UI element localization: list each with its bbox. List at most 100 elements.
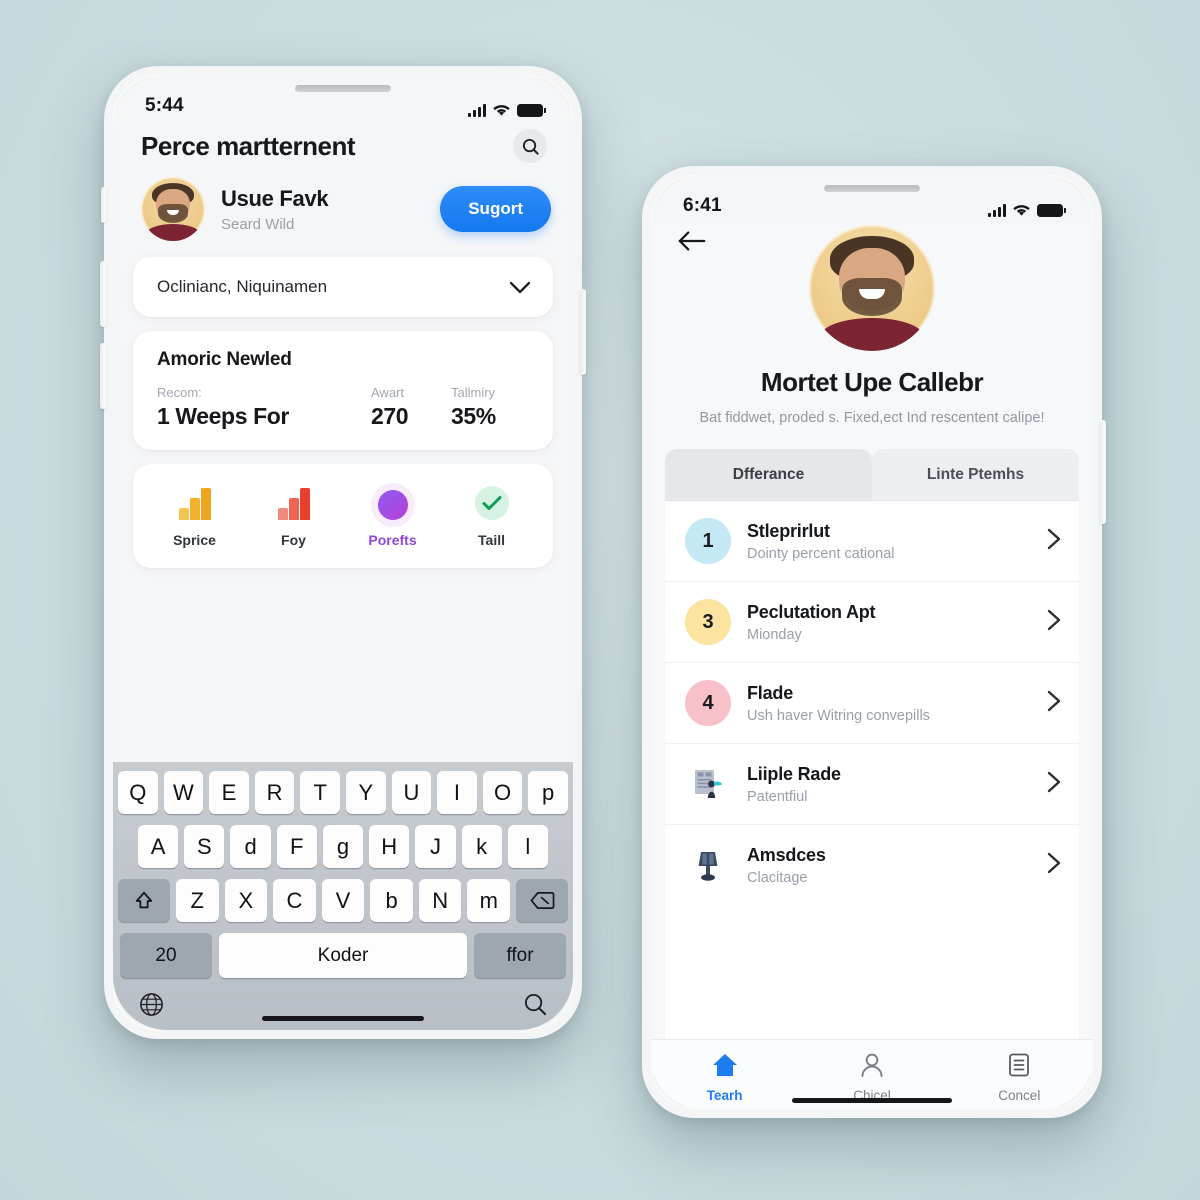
document-person-icon xyxy=(685,761,731,807)
chevron-right-icon xyxy=(1047,690,1061,717)
wifi-icon xyxy=(1013,205,1030,216)
profile-description: Bat fiddwet, proded s. Fixed,ect Ind res… xyxy=(699,410,1045,426)
stat-value: 35% xyxy=(451,403,496,429)
battery-full-icon xyxy=(1037,204,1066,217)
quick-action-porefts[interactable]: Porefts xyxy=(343,484,442,548)
tab-concel[interactable]: Concel xyxy=(946,1052,1093,1103)
profile-header: Mortet Upe Callebr Bat fiddwet, proded s… xyxy=(651,223,1093,443)
stat-label: Tallmiry xyxy=(451,385,496,400)
cellular-bars-icon xyxy=(468,104,486,117)
key-z[interactable]: Z xyxy=(175,879,219,922)
tab-dfferance[interactable]: Dfferance xyxy=(665,449,872,502)
check-circle-icon xyxy=(473,484,511,520)
list-item[interactable]: 4 Flade Ush haver Witring convepills xyxy=(665,663,1079,745)
volume-down-button[interactable] xyxy=(100,343,106,409)
mute-switch[interactable] xyxy=(101,187,106,223)
list-item-title: Peclutation Apt xyxy=(747,601,876,622)
stat-value: 1 Weeps For xyxy=(157,403,289,429)
key-p[interactable]: p xyxy=(528,771,568,814)
key-j[interactable]: J xyxy=(415,825,456,868)
quick-action-foy[interactable]: Foy xyxy=(244,484,343,548)
stat-secondary-2: Tallmiry 35% xyxy=(451,385,531,430)
quick-action-label: Porefts xyxy=(368,532,417,548)
chevron-right-icon xyxy=(1047,852,1061,879)
location-dropdown[interactable]: Oclinianc, Niquinamen xyxy=(133,257,553,317)
cellular-bars-icon xyxy=(988,204,1006,217)
list-item[interactable]: Liiple Rade Patentfiul xyxy=(665,744,1079,826)
key-c[interactable]: C xyxy=(273,879,316,922)
list-item-subtitle: Mionday xyxy=(747,626,802,643)
backspace-icon[interactable] xyxy=(516,879,569,922)
wifi-icon xyxy=(493,105,510,116)
globe-icon[interactable] xyxy=(138,991,165,1023)
tab-label: Concel xyxy=(998,1088,1041,1103)
return-key[interactable]: ffor xyxy=(474,933,566,978)
bar-chart-red-icon xyxy=(275,484,313,520)
profile-row: Usue Favk Seard Wild Sugort xyxy=(113,163,573,257)
key-s[interactable]: S xyxy=(184,825,225,868)
key-l[interactable]: l xyxy=(507,825,548,868)
key-h[interactable]: H xyxy=(369,825,410,868)
list-item[interactable]: Amsdces Clacitage xyxy=(665,825,1079,905)
right-phone-screen: 6:41 Mortet Upe Callebr Bat fiddwet, pro… xyxy=(651,175,1093,1109)
key-d[interactable]: d xyxy=(230,825,271,868)
key-f[interactable]: F xyxy=(276,825,317,868)
quick-action-taill[interactable]: Taill xyxy=(442,484,541,548)
key-u[interactable]: U xyxy=(391,771,432,814)
earpiece-speaker xyxy=(295,85,391,92)
key-r[interactable]: R xyxy=(254,771,295,814)
key-y[interactable]: Y xyxy=(346,771,386,814)
key-t[interactable]: T xyxy=(300,771,340,814)
back-arrow-icon[interactable] xyxy=(677,229,707,258)
space-key[interactable]: Koder xyxy=(219,933,467,978)
stats-card: Amoric Newled Recom: 1 Weeps For Awart 2… xyxy=(133,331,553,450)
tab-chicel[interactable]: Chicel xyxy=(798,1052,945,1103)
list-item-subtitle: Ush haver Witring convepills xyxy=(747,707,930,724)
key-w[interactable]: W xyxy=(163,771,204,814)
power-button[interactable] xyxy=(580,289,586,375)
bottom-tab-bar: Tearh Chicel Concel xyxy=(651,1039,1093,1109)
purple-dot-icon xyxy=(374,484,412,520)
key-g[interactable]: g xyxy=(322,825,364,868)
chevron-right-icon xyxy=(1047,528,1061,555)
key-o[interactable]: O xyxy=(482,771,523,814)
status-bar: 6:41 xyxy=(651,175,1093,223)
search-icon[interactable] xyxy=(513,129,547,163)
keyboard-row-3: Z X C V b N m xyxy=(117,879,569,922)
quick-action-sprice[interactable]: Sprice xyxy=(145,484,244,548)
chevron-right-icon xyxy=(1047,609,1061,636)
key-k[interactable]: k xyxy=(461,825,502,868)
key-a[interactable]: A xyxy=(138,825,179,868)
list-badge: 4 xyxy=(685,680,731,727)
key-m[interactable]: m xyxy=(467,879,511,922)
key-b[interactable]: b xyxy=(370,879,413,922)
list-badge: 3 xyxy=(685,599,731,646)
tab-label: Tearh xyxy=(706,1088,743,1103)
key-q[interactable]: Q xyxy=(118,771,158,814)
key-n[interactable]: N xyxy=(418,879,462,922)
key-e[interactable]: E xyxy=(209,771,249,814)
list-item[interactable]: 1 Stleprirlut Dointy percent cational xyxy=(665,501,1079,583)
power-button[interactable] xyxy=(1100,420,1106,524)
keyboard-row-4: 20 Koder ffor xyxy=(118,933,568,978)
tab-linte-ptemhs[interactable]: Linte Ptemhs xyxy=(872,449,1079,502)
avatar xyxy=(809,225,935,351)
key-x[interactable]: X xyxy=(224,879,268,922)
earpiece-speaker xyxy=(824,185,920,192)
key-i[interactable]: I xyxy=(437,771,477,814)
quick-actions: Sprice Foy Porefts Taill xyxy=(133,464,553,568)
shift-icon[interactable] xyxy=(117,879,170,922)
list-item[interactable]: 3 Peclutation Apt Mionday xyxy=(665,582,1079,664)
status-time: 5:44 xyxy=(145,95,184,116)
tab-tearh[interactable]: Tearh xyxy=(651,1052,798,1103)
volume-up-button[interactable] xyxy=(100,261,106,327)
search-icon[interactable] xyxy=(523,992,548,1022)
on-screen-keyboard[interactable]: Q W E R T Y U I O p A S d F g H J k l Z … xyxy=(113,762,573,1030)
support-button[interactable]: Sugort xyxy=(440,186,551,232)
status-time: 6:41 xyxy=(683,195,722,216)
key-v[interactable]: V xyxy=(321,879,365,922)
stat-primary: Recom: 1 Weeps For xyxy=(157,385,371,430)
quick-action-label: Taill xyxy=(478,532,505,548)
numeric-key[interactable]: 20 xyxy=(120,933,212,978)
list-item-title: Stleprirlut xyxy=(747,520,830,541)
